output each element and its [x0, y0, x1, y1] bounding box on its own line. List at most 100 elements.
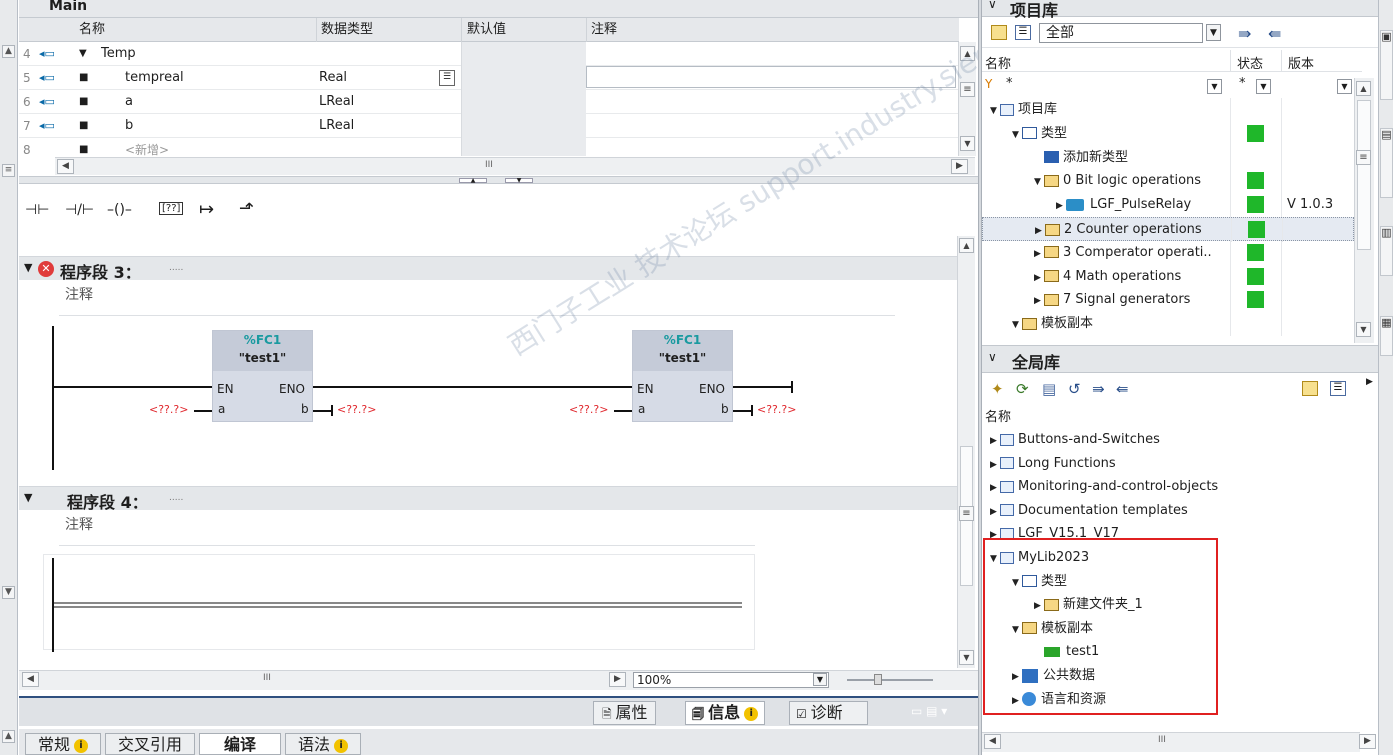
tree-item[interactable]: ▶ 公共数据: [982, 664, 1360, 688]
table-hscroll[interactable]: ◀ III ▶: [55, 157, 975, 175]
tree-item[interactable]: ▶ 2 Counter operations: [982, 217, 1354, 242]
pin-in-a[interactable]: a: [638, 402, 645, 416]
expand-down-icon[interactable]: ▼: [1012, 124, 1022, 147]
chevron-up-icon[interactable]: ▲: [2, 45, 15, 58]
chevron-down-icon[interactable]: ▼: [813, 673, 827, 686]
chevron-down-icon[interactable]: ▼: [1337, 79, 1352, 94]
zoom-slider[interactable]: [847, 679, 933, 681]
tree-item[interactable]: ▼ 项目库: [982, 98, 1354, 122]
library-view-icon[interactable]: [1302, 381, 1318, 396]
list-view-icon[interactable]: ☰: [1015, 25, 1031, 40]
expand-right-icon[interactable]: ▶: [1012, 690, 1022, 713]
var-type[interactable]: LReal: [316, 114, 354, 138]
tab-diagnostics[interactable]: ☑ 诊断: [789, 701, 868, 725]
table-row[interactable]: 6 ◂▭ ■ a LReal: [19, 90, 959, 114]
fc-block-1[interactable]: %FC1 "test1" EN ENO a b: [212, 330, 313, 422]
export-icon[interactable]: ⇛: [1238, 24, 1251, 43]
more-icon[interactable]: ▶: [1366, 377, 1373, 387]
chevron-down-icon[interactable]: ▼: [1206, 24, 1221, 41]
var-type[interactable]: Real: [316, 66, 347, 90]
zoom-slider-thumb[interactable]: [874, 674, 882, 685]
scroll-right-icon[interactable]: ▶: [1359, 734, 1376, 749]
col-name[interactable]: 名称: [985, 53, 1011, 72]
expand-right-icon[interactable]: ▶: [990, 477, 1000, 500]
network-3-title[interactable]: 程序段 3：: [60, 259, 141, 283]
expand-right-icon[interactable]: ▶: [1056, 195, 1066, 218]
collapse-icon[interactable]: ∨: [988, 350, 997, 364]
zoom-select[interactable]: 100%: [633, 672, 829, 688]
tree-item[interactable]: ▶ Buttons-and-Switches: [982, 428, 1360, 452]
table-row[interactable]: 4 ◂▭ ▼ Temp: [19, 42, 959, 66]
menu-icon[interactable]: ≡: [2, 164, 15, 177]
expand-right-icon[interactable]: ▶: [990, 501, 1000, 524]
col-default[interactable]: 默认值: [461, 18, 506, 42]
scroll-thumb[interactable]: III: [1158, 735, 1166, 745]
expand-down-icon[interactable]: ▼: [1034, 171, 1044, 194]
splitter[interactable]: ▲ ▼: [19, 176, 978, 184]
tree-item[interactable]: ▼ 模板副本: [982, 617, 1360, 641]
task-tab-2[interactable]: ▤: [1380, 128, 1393, 198]
pin-en[interactable]: EN: [637, 382, 654, 396]
scroll-right-icon[interactable]: ▶: [951, 159, 968, 174]
expand-down-icon[interactable]: ▼: [990, 100, 1000, 123]
default-value[interactable]: [461, 114, 586, 138]
var-type[interactable]: LReal: [316, 90, 354, 114]
scroll-right-icon[interactable]: ▶: [609, 672, 626, 687]
tab-compile[interactable]: 编译: [199, 733, 282, 755]
expand-right-icon[interactable]: ▶: [990, 430, 1000, 453]
global-lib-tree[interactable]: ▶ Buttons-and-Switches ▶ Long Functions ▶ Mon…: [982, 428, 1360, 728]
export-icon[interactable]: ⇛: [1092, 380, 1105, 398]
library-filter-select[interactable]: 全部: [1039, 23, 1203, 43]
var-type[interactable]: [316, 42, 319, 66]
expand-right-icon[interactable]: ▶: [1034, 290, 1044, 313]
open-library-icon[interactable]: [991, 25, 1007, 40]
window-controls-icon[interactable]: ▭ ▤ ▾: [911, 704, 947, 718]
table-vscroll[interactable]: ▲ ≡ ▼: [958, 42, 976, 156]
var-name[interactable]: tempreal: [125, 66, 184, 90]
menu-icon[interactable]: ≡: [960, 82, 975, 97]
col-version[interactable]: 版本: [1281, 50, 1314, 72]
expand-right-icon[interactable]: ▶: [1034, 243, 1044, 266]
splitter-down-icon[interactable]: ▼: [505, 178, 533, 184]
tab-general[interactable]: 常规 i: [25, 733, 102, 755]
pin-out-b[interactable]: b: [301, 402, 309, 416]
open-lib-icon[interactable]: ✦: [991, 380, 1004, 398]
tab-cross-ref[interactable]: 交叉引用: [105, 733, 196, 755]
scroll-down-icon[interactable]: ▼: [959, 650, 974, 665]
table-row[interactable]: 7 ◂▭ ■ b LReal: [19, 114, 959, 138]
expand-right-icon[interactable]: ▶: [990, 524, 1000, 547]
task-tab-1[interactable]: ▣: [1380, 30, 1393, 100]
scroll-up-icon[interactable]: ▲: [959, 238, 974, 253]
network-4-title[interactable]: 程序段 4：: [67, 489, 148, 513]
expand-right-icon[interactable]: ▶: [1034, 267, 1044, 290]
tree-item[interactable]: ▶ Monitoring-and-control-objects: [982, 475, 1360, 499]
col-state[interactable]: 状态: [1230, 50, 1263, 72]
input-operand[interactable]: <??.?>: [569, 403, 608, 416]
output-operand[interactable]: <??.?>: [757, 403, 796, 416]
contact-no-icon[interactable]: ⊣⊢: [25, 202, 49, 218]
project-lib-vscroll[interactable]: ▲ ≡ ▼: [1354, 78, 1374, 343]
comment-input[interactable]: [586, 66, 956, 88]
expand-right-icon[interactable]: ▶: [1034, 595, 1044, 618]
editor-vscroll[interactable]: ▲ ≡ ▼: [957, 236, 975, 668]
save-lib-icon[interactable]: ▤: [1042, 380, 1056, 398]
list-view-icon[interactable]: ☰: [1330, 381, 1346, 396]
tab-properties[interactable]: 🗎 属性: [593, 701, 657, 725]
menu-icon[interactable]: ≡: [959, 506, 974, 521]
pin-eno[interactable]: ENO: [279, 382, 305, 396]
import-icon[interactable]: ⇚: [1268, 24, 1281, 43]
default-value[interactable]: [461, 42, 586, 66]
scroll-thumb[interactable]: III: [485, 160, 493, 170]
chevron-down-icon[interactable]: ▼: [2, 586, 15, 599]
var-name[interactable]: a: [125, 90, 133, 114]
expand-right-icon[interactable]: ▶: [1012, 666, 1022, 689]
editor-hscroll[interactable]: ◀ III ▶ 100% ▼: [19, 670, 978, 690]
var-name[interactable]: <新增>: [125, 138, 169, 156]
var-name[interactable]: Temp: [101, 42, 136, 66]
var-type[interactable]: [316, 138, 319, 156]
chevron-down-icon[interactable]: ▼: [1256, 79, 1271, 94]
network-3-comment[interactable]: 注释: [59, 282, 895, 316]
global-lib-col-name[interactable]: 名称: [985, 406, 1011, 425]
default-value[interactable]: [461, 90, 586, 114]
collapse-icon[interactable]: ▼: [24, 491, 32, 504]
